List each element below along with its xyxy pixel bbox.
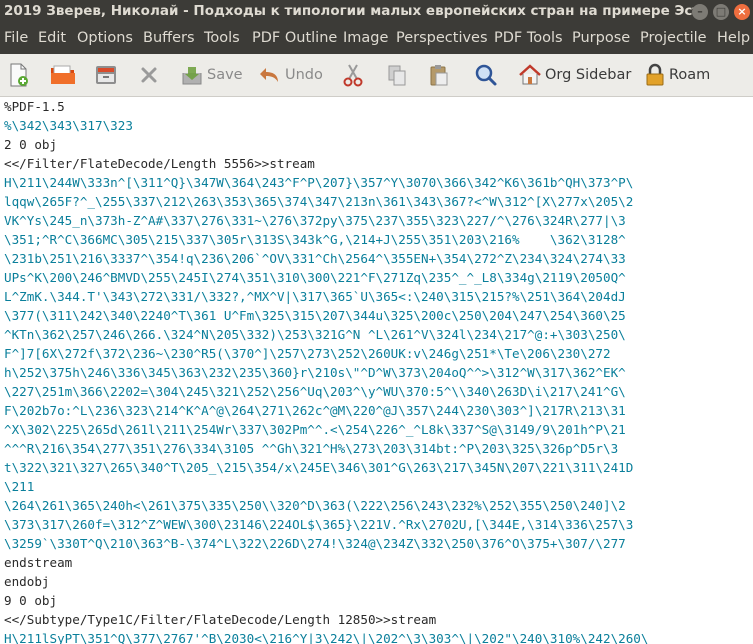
undo-button[interactable]: Undo — [258, 61, 323, 89]
copy-icon — [388, 65, 406, 86]
buffer-line: \227\251m\366\2202=\304\245\321\252\256^… — [4, 384, 626, 399]
menu-projectile[interactable]: Projectile — [640, 30, 707, 46]
buffer-text-area[interactable]: %PDF-1.5 %\342\343\317\323 2 0 obj <</Filte… — [0, 97, 753, 644]
cut-icon — [343, 64, 363, 87]
buffer-line: \264\261\365\240h<\261\375\335\250\\320^… — [4, 498, 626, 513]
menu-perspectives[interactable]: Perspectives — [396, 30, 488, 46]
buffer-line: \211 — [4, 479, 35, 494]
buffer-line: 9 0 obj — [4, 593, 58, 608]
buffer-line: t\322\321\327\265\340^T\205_\215\354/x\2… — [4, 460, 634, 475]
org-sidebar-button[interactable]: Org Sidebar — [518, 61, 631, 89]
close-button[interactable]: × — [734, 4, 750, 20]
copy-button[interactable] — [386, 61, 408, 89]
buffer-line: %\342\343\317\323 — [4, 118, 133, 133]
buffer-line: VK^Ys\245_n\373h-Z^A#\337\276\331~\276\3… — [4, 213, 626, 228]
buffer-line: ^X\302\225\265d\261l\211\254Wr\337\302Pm… — [4, 422, 626, 437]
buffer-line: UPs^K\200\246^BMVD\255\245I\274\351\310\… — [4, 270, 626, 285]
archive-button[interactable] — [94, 61, 118, 89]
buffer-line: F\202b7o:^L\236\323\214^K^A^@\264\271\26… — [4, 403, 626, 418]
buffer-line: lqqw\265F?^_\255\337\212\263\353\365\374… — [4, 194, 634, 209]
buffer-line: %PDF-1.5 — [4, 99, 65, 114]
org-sidebar-label: Org Sidebar — [545, 67, 632, 83]
menu-purpose[interactable]: Purpose — [572, 30, 630, 46]
search-icon — [475, 64, 497, 86]
buffer-line: F^]7[6X\272f\372\236~\230^R5(\370^]\257\… — [4, 346, 611, 361]
buffer-line: <</Filter/FlateDecode/Length 5556>>strea… — [4, 156, 315, 171]
open-folder-icon — [51, 65, 75, 84]
buffer-line: h\252\375h\246\336\345\363\232\235\360}r… — [4, 365, 626, 380]
toolbar: Save Undo Org Sidebar Roam — [0, 54, 753, 97]
buffer-line: \373\317\260f=\312^Z^WEW\300\23146\224OL… — [4, 517, 634, 532]
window-title: 2019 Зверев, Николай - Подходы к типолог… — [4, 3, 694, 19]
buffer-line: H\211\244W\333n^[\311^Q}\347W\364\243^F^… — [4, 175, 634, 190]
menu-file[interactable]: File — [4, 30, 28, 46]
buffer-line: \3259`\330T^Q\210\363^B-\374^L\322\226D\… — [4, 536, 626, 551]
title-bar: 2019 Зверев, Николай - Подходы к типолог… — [0, 0, 753, 24]
buffer-line: \351;^R^C\366MC\305\215\337\305r\313S\34… — [4, 232, 626, 247]
new-file-icon — [10, 63, 28, 87]
roam-label: Roam — [669, 67, 711, 83]
archive-icon — [96, 66, 116, 84]
menu-pdf-tools[interactable]: PDF Tools — [494, 30, 563, 46]
cut-button[interactable] — [342, 61, 364, 89]
menu-bar: File Edit Options Buffers Tools PDF Outl… — [0, 24, 753, 54]
lock-icon — [646, 63, 664, 86]
buffer-line: ^^^R\216\354\277\351\276\334\3105 ^^Gh\3… — [4, 441, 619, 456]
buffer-line: 2 0 obj — [4, 137, 58, 152]
menu-edit[interactable]: Edit — [38, 30, 66, 46]
paste-icon — [430, 65, 448, 86]
close-x-icon — [141, 67, 157, 83]
new-file-button[interactable] — [8, 61, 30, 89]
buffer-line: ^KTn\362\257\246\266.\324^N\205\332)\253… — [4, 327, 626, 342]
undo-label: Undo — [285, 67, 323, 83]
menu-buffers[interactable]: Buffers — [143, 30, 195, 46]
menu-options[interactable]: Options — [77, 30, 133, 46]
buffer-line: \377(\311\242\340\2240^T\361 U^Fm\325\31… — [4, 308, 626, 323]
menu-help[interactable]: Help — [717, 30, 750, 46]
buffer-line: \231b\251\216\3337^\354!q\236\206`^OV\33… — [4, 251, 626, 266]
buffer-line: L^ZmK.\344.T'\343\272\331/\332?,^MX^V|\3… — [4, 289, 626, 304]
menu-image[interactable]: Image — [343, 30, 388, 46]
menu-tools[interactable]: Tools — [204, 30, 240, 46]
save-label: Save — [207, 67, 243, 83]
buffer-line: H\211lSyPT\351^Q\377\2767'^B\2030<\216^Y… — [4, 631, 649, 644]
buffer-line: endobj — [4, 574, 50, 589]
save-button[interactable]: Save — [180, 61, 243, 89]
menu-pdf-outline[interactable]: PDF Outline — [252, 30, 337, 46]
maximize-button[interactable]: □ — [713, 4, 729, 20]
close-buffer-button[interactable] — [138, 61, 160, 89]
search-button[interactable] — [474, 61, 498, 89]
buffer-line: <</Subtype/Type1C/Filter/FlateDecode/Len… — [4, 612, 437, 627]
undo-icon — [260, 68, 278, 82]
roam-button[interactable]: Roam — [644, 61, 710, 89]
buffer-line: endstream — [4, 555, 73, 570]
open-folder-button[interactable] — [50, 61, 76, 89]
minimize-button[interactable]: – — [692, 4, 708, 20]
save-icon — [182, 67, 202, 85]
paste-button[interactable] — [428, 61, 450, 89]
home-icon — [519, 64, 541, 85]
